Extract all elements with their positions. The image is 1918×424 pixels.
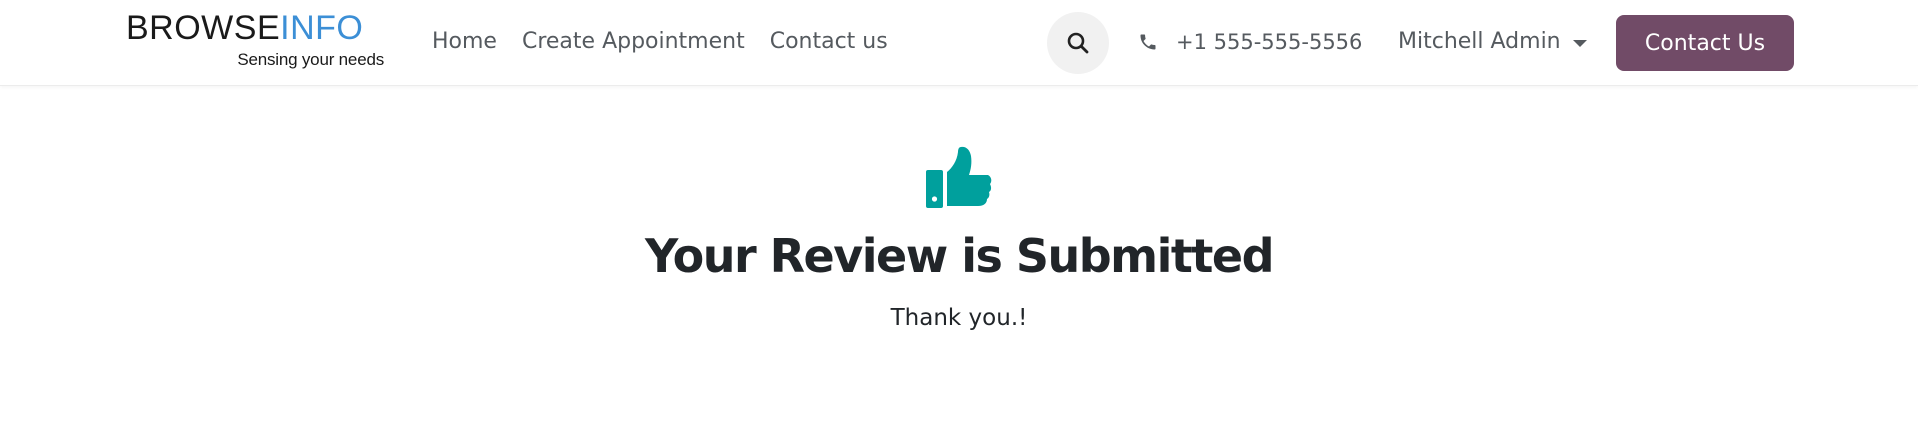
- thank-you-message: Thank you.!: [890, 305, 1028, 331]
- nav-item-contact-us[interactable]: Contact us: [770, 26, 888, 58]
- main-nav: Home Create Appointment Contact us: [432, 26, 888, 58]
- search-button[interactable]: [1047, 12, 1109, 74]
- phone-link[interactable]: +1 555-555-5556: [1138, 26, 1362, 58]
- search-icon: [1067, 32, 1089, 54]
- logo-tagline: Sensing your needs: [237, 50, 384, 69]
- contact-us-button[interactable]: Contact Us: [1616, 15, 1794, 71]
- user-menu[interactable]: Mitchell Admin: [1398, 26, 1587, 58]
- user-name: Mitchell Admin: [1398, 29, 1561, 54]
- brand-logo[interactable]: BROWSEINFO Sensing your needs: [126, 10, 388, 74]
- page-title: Your Review is Submitted: [645, 229, 1275, 283]
- nav-item-home[interactable]: Home: [432, 26, 497, 58]
- site-header: BROWSEINFO Sensing your needs Home Creat…: [0, 0, 1918, 86]
- nav-item-create-appointment[interactable]: Create Appointment: [522, 26, 745, 58]
- phone-icon: [1140, 34, 1156, 50]
- logo-wordmark: BROWSEINFO: [126, 9, 364, 47]
- phone-number: +1 555-555-5556: [1176, 30, 1363, 54]
- thumbs-up-icon: [926, 146, 992, 208]
- chevron-down-icon: [1572, 39, 1587, 47]
